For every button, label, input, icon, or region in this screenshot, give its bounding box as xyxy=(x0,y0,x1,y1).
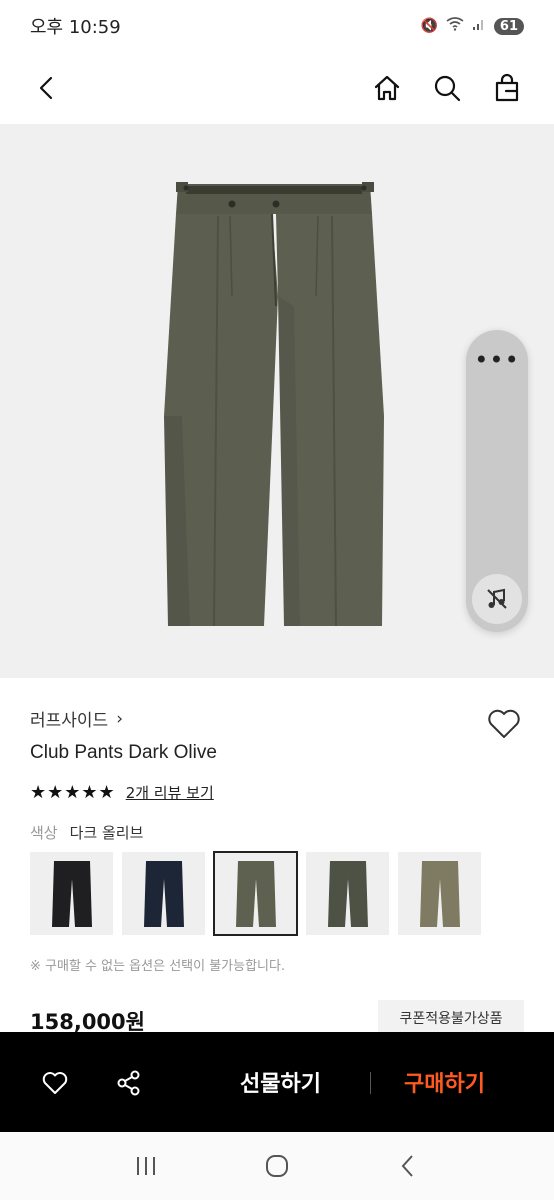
pants-thumbnail xyxy=(51,860,92,927)
brand-link[interactable]: 러프사이드 › xyxy=(30,706,124,732)
pants-thumbnail xyxy=(143,860,184,927)
wifi-icon xyxy=(446,17,464,35)
recent-apps-button[interactable] xyxy=(126,1146,166,1186)
wishlist-button[interactable] xyxy=(486,706,522,742)
status-icons: 🔇 61 xyxy=(420,17,524,35)
heart-icon xyxy=(42,1072,68,1094)
mute-button[interactable] xyxy=(472,574,522,624)
color-swatch-dark-olive[interactable] xyxy=(213,851,298,936)
color-swatch-olive[interactable] xyxy=(306,852,389,935)
pants-illustration xyxy=(164,182,384,627)
system-navigation xyxy=(0,1132,554,1200)
music-off-icon xyxy=(487,588,507,609)
chevron-left-icon xyxy=(39,76,53,100)
back-button[interactable] xyxy=(30,71,64,105)
cart-button[interactable] xyxy=(490,71,524,105)
top-navigation xyxy=(0,52,554,124)
more-options-button[interactable]: ••• xyxy=(466,348,528,372)
home-icon xyxy=(374,75,400,101)
heart-icon xyxy=(488,709,520,738)
option-notice: ※ 구매할 수 없는 옵션은 선택이 불가능합니다. xyxy=(30,959,286,974)
status-time: 오후 10:59 xyxy=(30,17,121,38)
battery-indicator: 61 xyxy=(493,17,524,35)
home-system-button[interactable] xyxy=(257,1146,297,1186)
pants-thumbnail xyxy=(235,860,276,927)
color-swatch-navy[interactable] xyxy=(122,852,205,935)
pants-thumbnail xyxy=(327,860,368,927)
signal-icon xyxy=(472,17,486,35)
like-button[interactable] xyxy=(39,1067,71,1099)
back-system-button[interactable] xyxy=(388,1146,428,1186)
chevron-right-icon: › xyxy=(116,708,124,729)
color-swatch-black[interactable] xyxy=(30,852,113,935)
pants-thumbnail xyxy=(419,860,460,927)
color-swatches xyxy=(30,851,481,936)
nav-actions xyxy=(370,71,524,105)
search-button[interactable] xyxy=(430,71,464,105)
color-row: 색상 다크 올리브 xyxy=(30,822,143,843)
color-swatch-khaki[interactable] xyxy=(398,852,481,935)
coupon-badge: 쿠폰적용불가상품 xyxy=(378,1000,524,1036)
action-bar: 선물하기 구매하기 xyxy=(0,1032,554,1132)
mute-status-icon: 🔇 xyxy=(420,18,438,34)
shopping-bag-icon xyxy=(495,73,519,102)
share-icon xyxy=(117,1070,140,1096)
share-button[interactable] xyxy=(113,1067,145,1099)
floating-panel[interactable]: ••• xyxy=(466,330,528,632)
home-button[interactable] xyxy=(370,71,404,105)
status-bar: 오후 10:59 🔇 61 xyxy=(0,0,554,52)
star-rating: ★★★★★ xyxy=(30,782,116,803)
gift-button[interactable]: 선물하기 xyxy=(240,1066,321,1098)
review-link[interactable]: 2개 리뷰 보기 xyxy=(126,782,214,803)
product-name: Club Pants Dark Olive xyxy=(30,742,217,763)
divider xyxy=(370,1072,371,1094)
buy-button[interactable]: 구매하기 xyxy=(404,1066,485,1098)
search-icon xyxy=(434,75,461,102)
home-circle-icon xyxy=(265,1155,288,1177)
color-label: 색상 xyxy=(30,824,58,842)
color-value: 다크 올리브 xyxy=(69,824,144,842)
rating-row: ★★★★★ 2개 리뷰 보기 xyxy=(30,782,214,803)
brand-name: 러프사이드 xyxy=(30,711,109,731)
back-arrow-icon xyxy=(401,1155,414,1177)
recent-apps-icon xyxy=(136,1157,155,1175)
